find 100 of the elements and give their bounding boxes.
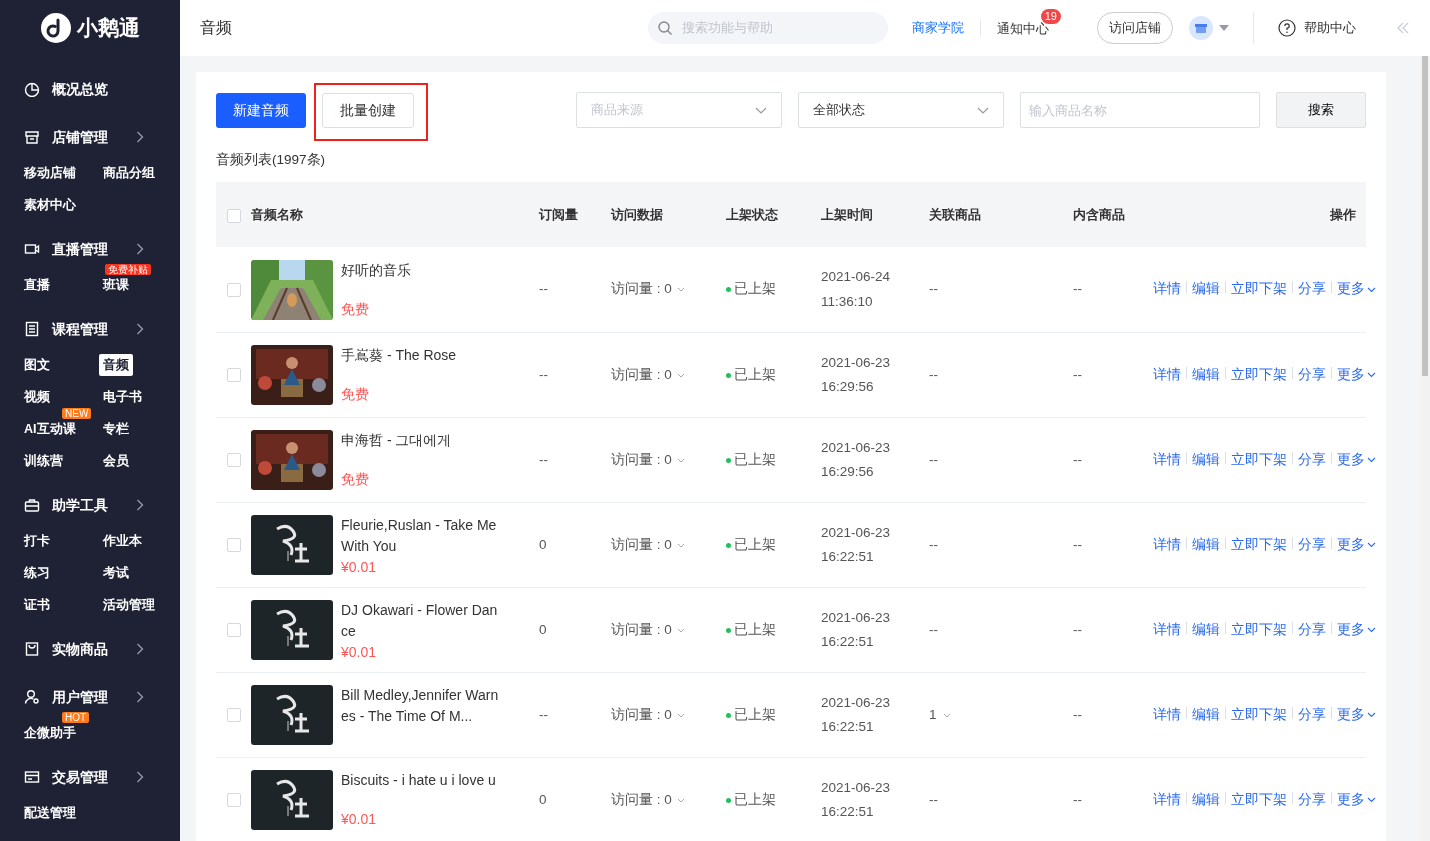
- sidebar-item[interactable]: 会员: [99, 449, 133, 473]
- subscription-count: 0: [539, 791, 547, 807]
- action-link[interactable]: 更多: [1337, 621, 1365, 637]
- help-icon[interactable]: [1278, 19, 1296, 37]
- sidebar-group[interactable]: 店铺管理: [0, 117, 180, 157]
- sidebar-item[interactable]: 打卡: [20, 529, 54, 553]
- chevron-down-icon[interactable]: [1367, 712, 1376, 719]
- action-link[interactable]: 详情: [1153, 536, 1181, 552]
- checkbox[interactable]: [227, 793, 241, 808]
- sidebar-group[interactable]: 助学工具: [0, 485, 180, 525]
- action-link[interactable]: 编辑: [1192, 281, 1220, 297]
- sidebar-item[interactable]: 素材中心: [20, 193, 80, 217]
- action-link[interactable]: 编辑: [1192, 366, 1220, 382]
- audio-title[interactable]: DJ Okawari - Flower Dance: [341, 599, 501, 642]
- audio-title[interactable]: 好听的音乐: [341, 259, 501, 281]
- audio-title[interactable]: Bill Medley,Jennifer Warnes - The Time Of M...: [341, 684, 501, 727]
- chevron-down-icon[interactable]: [1367, 797, 1376, 804]
- sidebar-item[interactable]: 商品分组: [99, 161, 159, 185]
- action-link[interactable]: 详情: [1153, 706, 1181, 722]
- action-link[interactable]: 编辑: [1192, 536, 1220, 552]
- column-header: 访问数据: [611, 207, 663, 222]
- audio-title[interactable]: Fleurie,Ruslan - Take Me With You: [341, 514, 501, 557]
- sidebar-group[interactable]: 概况总览: [0, 69, 180, 109]
- sidebar-item[interactable]: 视频: [20, 385, 54, 409]
- store-avatar-icon[interactable]: [1189, 16, 1213, 40]
- scrollbar-thumb[interactable]: [1422, 56, 1428, 376]
- sidebar-group[interactable]: 交易管理: [0, 757, 180, 797]
- action-link[interactable]: 立即下架: [1231, 706, 1287, 722]
- checkbox[interactable]: [227, 623, 241, 638]
- action-link[interactable]: 立即下架: [1231, 451, 1287, 467]
- sidebar-item[interactable]: 配送管理: [20, 801, 80, 825]
- action-link[interactable]: 编辑: [1192, 791, 1220, 807]
- action-link[interactable]: 分享: [1298, 366, 1326, 382]
- action-link[interactable]: 分享: [1298, 621, 1326, 637]
- action-link[interactable]: 分享: [1298, 706, 1326, 722]
- chevron-down-icon[interactable]: [1367, 542, 1376, 549]
- checkbox[interactable]: [227, 282, 241, 297]
- sidebar-item[interactable]: 图文: [20, 353, 54, 377]
- action-link[interactable]: 立即下架: [1231, 621, 1287, 637]
- sidebar-item[interactable]: 企微助手: [20, 721, 80, 745]
- sidebar-item[interactable]: 直播: [20, 273, 54, 297]
- collapse-icon[interactable]: [1396, 22, 1410, 34]
- action-link[interactable]: 分享: [1298, 536, 1326, 552]
- select-field[interactable]: 全部状态: [798, 92, 1004, 128]
- chevron-down-icon[interactable]: [1367, 627, 1376, 634]
- action-link[interactable]: 分享: [1298, 281, 1326, 297]
- action-link[interactable]: 详情: [1153, 451, 1181, 467]
- checkbox[interactable]: [227, 453, 241, 468]
- action-link[interactable]: 更多: [1337, 451, 1365, 467]
- action-link[interactable]: 更多: [1337, 536, 1365, 552]
- audio-title[interactable]: Biscuits - i hate u i love u: [341, 769, 501, 791]
- checkbox[interactable]: [227, 368, 241, 383]
- action-link[interactable]: 编辑: [1192, 706, 1220, 722]
- action-link[interactable]: 详情: [1153, 621, 1181, 637]
- action-link[interactable]: 详情: [1153, 281, 1181, 297]
- sidebar-item[interactable]: 作业本: [99, 529, 146, 553]
- batch-create-button[interactable]: 批量创建: [322, 93, 414, 128]
- action-link[interactable]: 更多: [1337, 791, 1365, 807]
- sidebar-item[interactable]: AI互动课: [20, 417, 80, 441]
- sidebar-item[interactable]: 证书: [20, 593, 54, 617]
- chevron-down-icon[interactable]: [1367, 286, 1376, 293]
- sidebar-item[interactable]: 考试: [99, 561, 133, 585]
- column-header: 操作: [1330, 207, 1356, 222]
- action-link[interactable]: 编辑: [1192, 621, 1220, 637]
- action-link[interactable]: 立即下架: [1231, 366, 1287, 382]
- chevron-down-icon[interactable]: [1367, 457, 1376, 464]
- action-link[interactable]: 立即下架: [1231, 281, 1287, 297]
- action-link[interactable]: 分享: [1298, 451, 1326, 467]
- input-field[interactable]: 输入商品名称: [1020, 92, 1260, 128]
- audio-title[interactable]: 手嶌葵 - The Rose: [341, 344, 501, 366]
- action-link[interactable]: 详情: [1153, 366, 1181, 382]
- sidebar-item[interactable]: 移动店铺: [20, 161, 80, 185]
- action-link[interactable]: 立即下架: [1231, 791, 1287, 807]
- search-button[interactable]: 搜索: [1276, 92, 1366, 128]
- action-link[interactable]: 更多: [1337, 281, 1365, 297]
- sidebar-item[interactable]: 电子书: [99, 385, 146, 409]
- checkbox[interactable]: [227, 708, 241, 723]
- academy-link[interactable]: 商家学院: [912, 18, 964, 38]
- help-link[interactable]: 帮助中心: [1304, 18, 1356, 38]
- action-link[interactable]: 分享: [1298, 791, 1326, 807]
- action-link[interactable]: 更多: [1337, 366, 1365, 382]
- sidebar-group[interactable]: 实物商品: [0, 629, 180, 669]
- action-link[interactable]: 编辑: [1192, 451, 1220, 467]
- sidebar-group[interactable]: 课程管理: [0, 309, 180, 349]
- new-audio-button[interactable]: 新建音频: [216, 92, 306, 128]
- checkbox[interactable]: [227, 538, 241, 553]
- checkbox[interactable]: [227, 208, 241, 223]
- caret-down-icon[interactable]: [1219, 25, 1229, 31]
- sidebar-item[interactable]: 训练营: [20, 449, 67, 473]
- action-link[interactable]: 立即下架: [1231, 536, 1287, 552]
- action-link[interactable]: 详情: [1153, 791, 1181, 807]
- visit-store-button[interactable]: 访问店铺: [1097, 12, 1173, 44]
- sidebar-item[interactable]: 音频: [99, 353, 133, 377]
- sidebar-item[interactable]: 班课: [99, 273, 133, 297]
- audio-title[interactable]: 申海哲 - 그대에게: [341, 429, 501, 451]
- sidebar-item[interactable]: 练习: [20, 561, 54, 585]
- sidebar-item[interactable]: 活动管理: [99, 593, 159, 617]
- sidebar-item[interactable]: 专栏: [99, 417, 133, 441]
- action-link[interactable]: 更多: [1337, 706, 1365, 722]
- chevron-down-icon[interactable]: [1367, 372, 1376, 379]
